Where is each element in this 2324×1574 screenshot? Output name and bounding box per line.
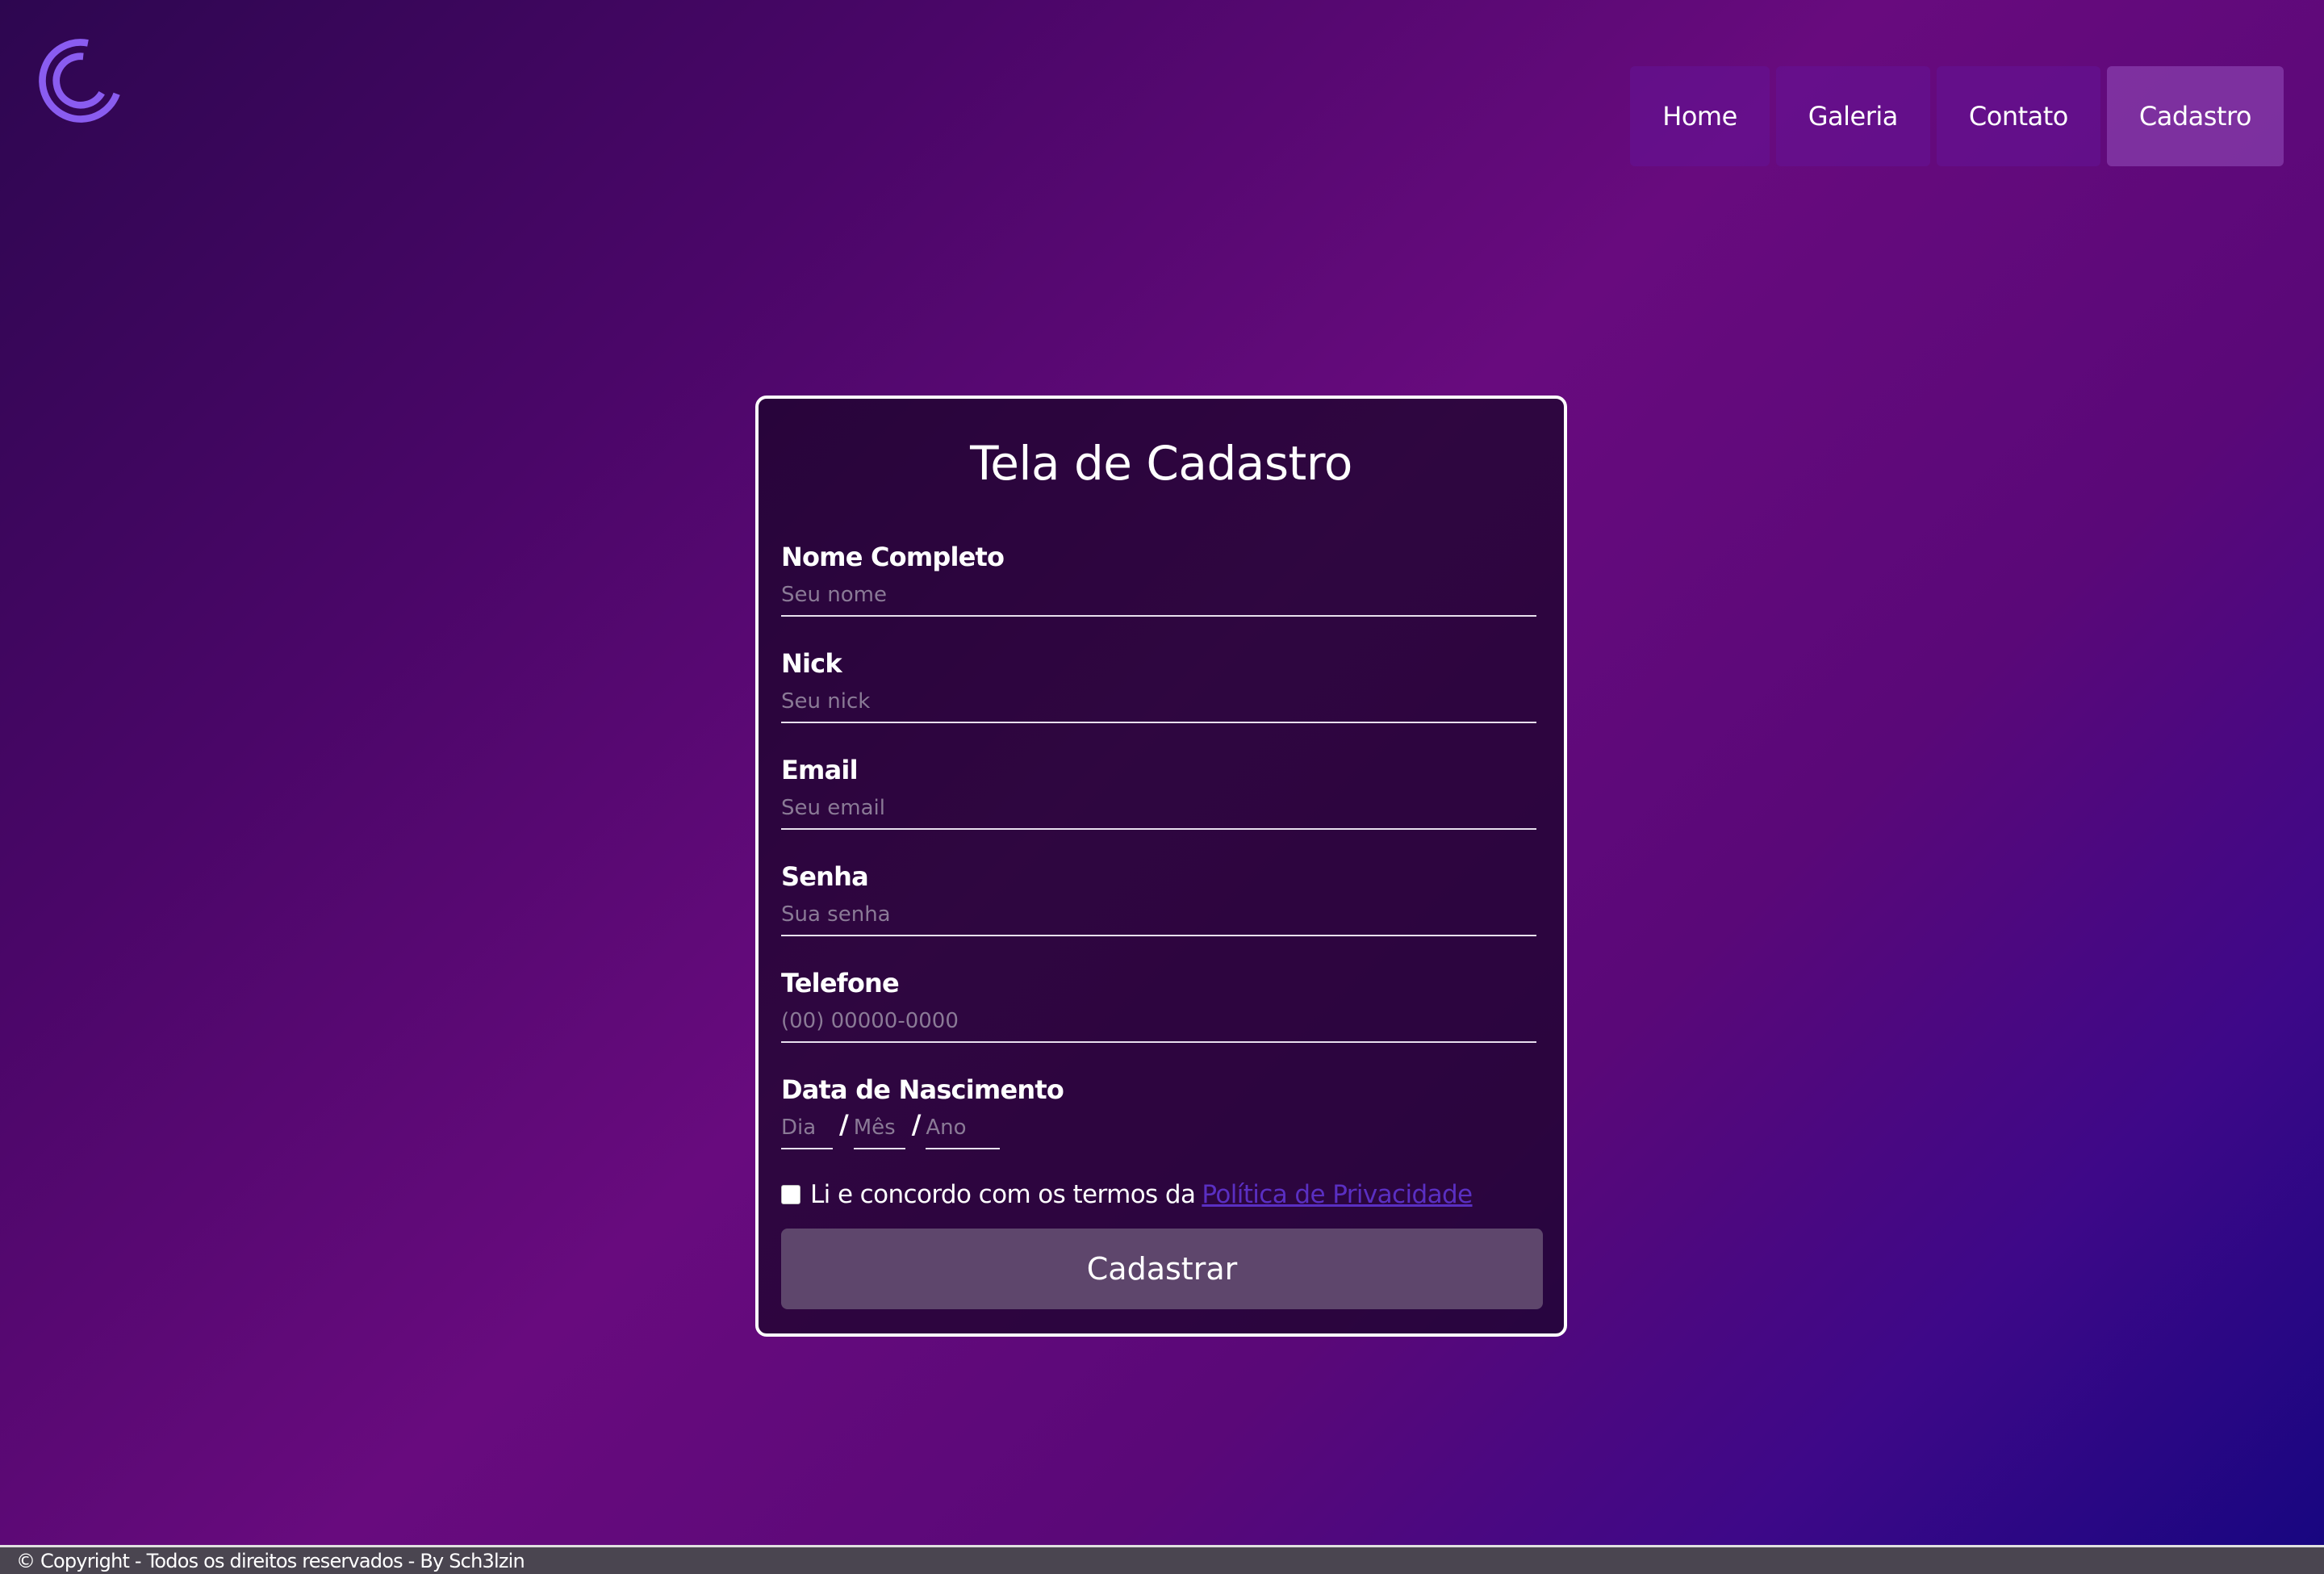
- nick-label: Nick: [781, 648, 842, 679]
- date-separator: /: [839, 1109, 849, 1140]
- privacy-policy-link[interactable]: Política de Privacidade: [1202, 1180, 1473, 1209]
- month-input[interactable]: [853, 1112, 905, 1149]
- nav-item-galeria[interactable]: Galeria: [1775, 66, 1930, 166]
- footer: © Copyright - Todos os direitos reservad…: [0, 1545, 2324, 1574]
- field-phone: Telefone: [781, 967, 1536, 1043]
- nav-item-home[interactable]: Home: [1630, 66, 1770, 166]
- logo-icon[interactable]: [37, 37, 124, 124]
- field-birthdate: Data de Nascimento / /: [781, 1074, 1536, 1149]
- submit-button[interactable]: Cadastrar: [781, 1229, 1543, 1309]
- email-input[interactable]: [781, 793, 1536, 830]
- date-separator: /: [911, 1109, 922, 1140]
- terms-text: Li e concordo com os termos da: [810, 1180, 1196, 1209]
- year-input[interactable]: [926, 1112, 1001, 1149]
- field-nick: Nick: [781, 647, 1536, 723]
- birthdate-label: Data de Nascimento: [781, 1074, 1064, 1105]
- top-nav: Home Galeria Contato Cadastro: [1630, 66, 2284, 166]
- birthdate-inputs: / /: [781, 1109, 1536, 1149]
- nick-input[interactable]: [781, 686, 1536, 723]
- password-label: Senha: [781, 861, 869, 892]
- phone-label: Telefone: [781, 968, 900, 998]
- password-input[interactable]: [781, 899, 1536, 936]
- phone-input[interactable]: [781, 1006, 1536, 1043]
- circular-c-logo-icon: [39, 39, 123, 123]
- full-name-input[interactable]: [781, 580, 1536, 617]
- full-name-label: Nome Completo: [781, 542, 1005, 572]
- email-label: Email: [781, 755, 859, 785]
- field-password: Senha: [781, 860, 1536, 936]
- copyright-text: © Copyright - Todos os direitos reservad…: [16, 1549, 525, 1572]
- terms-checkbox[interactable]: [781, 1185, 800, 1204]
- field-full-name: Nome Completo: [781, 541, 1536, 617]
- form-title: Tela de Cadastro: [970, 436, 1352, 491]
- field-email: Email: [781, 754, 1536, 830]
- nav-item-cadastro[interactable]: Cadastro: [2106, 66, 2284, 166]
- nav-item-contato[interactable]: Contato: [1936, 66, 2100, 166]
- day-input[interactable]: [781, 1112, 833, 1149]
- terms-row: Li e concordo com os termos da Política …: [781, 1180, 1473, 1209]
